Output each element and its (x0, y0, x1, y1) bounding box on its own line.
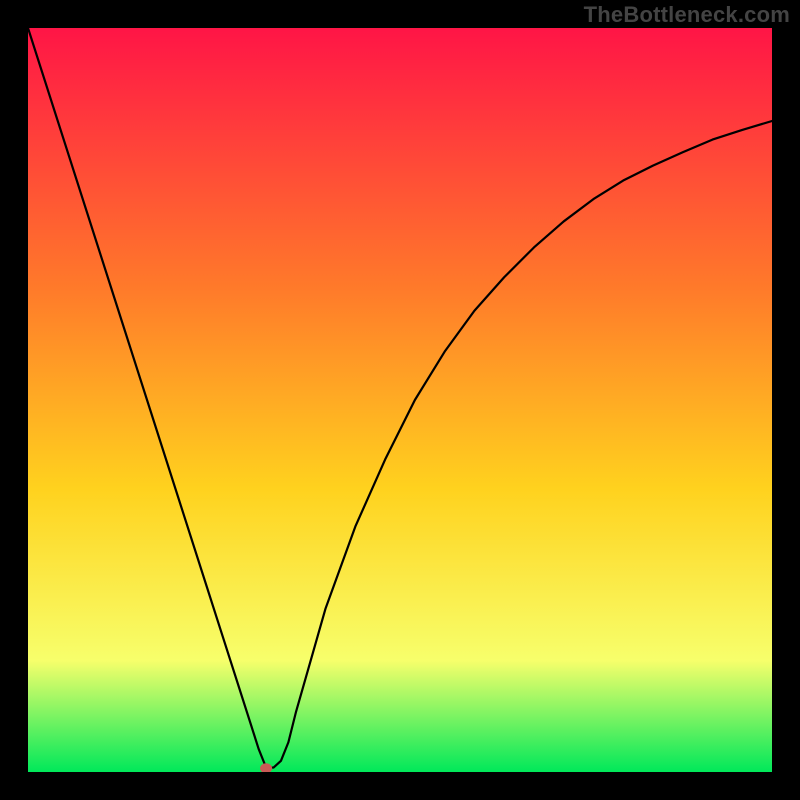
watermark-label: TheBottleneck.com (584, 2, 790, 28)
chart-frame: TheBottleneck.com (0, 0, 800, 800)
gradient-background (28, 28, 772, 772)
bottleneck-plot (28, 28, 772, 772)
